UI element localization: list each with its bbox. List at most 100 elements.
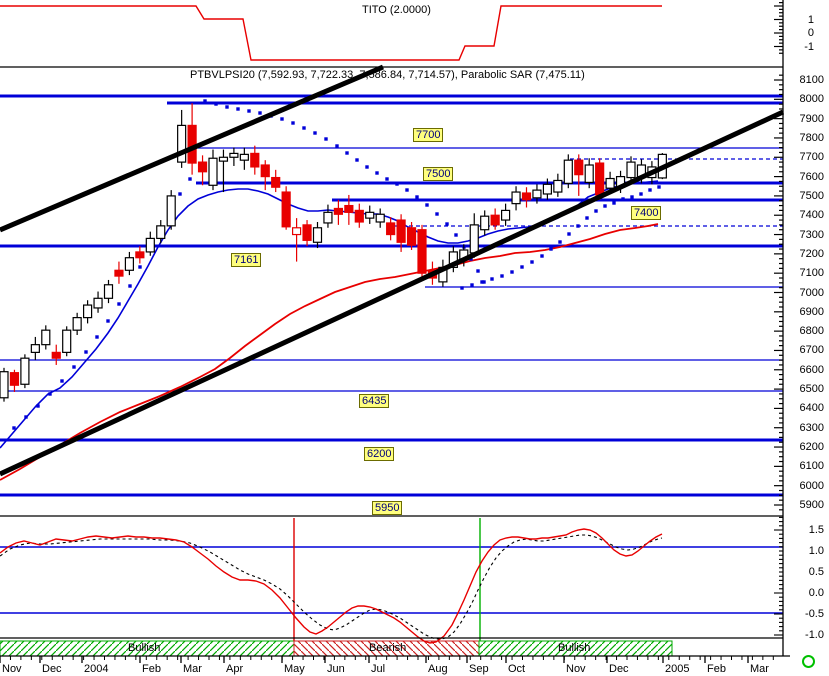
candle-body [208, 157, 218, 186]
candle-body [480, 215, 490, 231]
sar-dot [415, 195, 419, 199]
sar-dot [657, 185, 661, 189]
sar-dot [302, 126, 306, 130]
sar-dot [405, 188, 409, 192]
candle-body [501, 209, 511, 221]
sentiment-band-bullish [0, 640, 295, 657]
charting-app-screen: { "window": {"width": 829, "height": 676… [0, 0, 829, 676]
sar-dot [395, 182, 399, 186]
candle-body [344, 204, 354, 213]
sar-dot [639, 192, 643, 196]
candle-body [41, 329, 51, 346]
sar-dot [247, 109, 251, 113]
candle-body [417, 229, 427, 274]
sar-dot [60, 379, 64, 383]
trendline-lower-channel[interactable] [0, 109, 785, 477]
candle-body [553, 179, 563, 193]
sar-dot [128, 284, 132, 288]
sar-dot [621, 197, 625, 201]
oscillator-main-line [0, 528, 663, 644]
sar-dot [72, 365, 76, 369]
candle-body [82, 304, 93, 319]
candle-body [93, 297, 103, 309]
sar-dot [203, 99, 207, 103]
candle-body [292, 227, 302, 236]
candle-body [521, 192, 532, 201]
sar-dot [291, 121, 295, 125]
candle-body [584, 164, 594, 183]
candle-body [626, 161, 636, 179]
sar-dot [225, 105, 229, 109]
sar-dot [648, 188, 652, 192]
oscillator-signal-line [0, 534, 663, 640]
candle-body [20, 357, 30, 385]
sar-dot [365, 165, 369, 169]
sar-dot [470, 283, 474, 287]
sar-dot [445, 222, 449, 226]
candle-body [375, 213, 385, 223]
candle-body [62, 329, 72, 353]
candle-body [187, 124, 197, 164]
sar-dot [594, 209, 598, 213]
tito-indicator-line [0, 5, 662, 61]
candle-body [406, 227, 417, 246]
sar-dot [603, 204, 607, 208]
sar-dot [48, 392, 52, 396]
candle-body [574, 159, 584, 176]
sar-dot [576, 224, 580, 228]
candle-body [302, 224, 312, 241]
candle-body [511, 191, 521, 205]
candle-body [605, 177, 615, 189]
sar-dot [236, 107, 240, 111]
candle-body [354, 209, 364, 223]
candle-body [145, 237, 155, 253]
sar-dot [385, 177, 389, 181]
sar-dot [520, 265, 524, 269]
candle-body [365, 211, 375, 219]
sar-dot [540, 254, 544, 258]
candle-body [166, 195, 176, 227]
candle-body [156, 225, 166, 240]
candle-body [72, 317, 82, 331]
sar-dot [84, 350, 88, 354]
candle-body [396, 219, 406, 243]
candle-body [595, 162, 605, 196]
sentiment-band-bearish [293, 640, 480, 657]
sar-dot [280, 117, 284, 121]
sar-dot [95, 335, 99, 339]
sar-dot [36, 404, 40, 408]
candle-body [30, 344, 40, 353]
sar-dot [138, 265, 142, 269]
sar-dot [435, 212, 439, 216]
sar-dot [106, 319, 110, 323]
sar-dot [425, 203, 429, 207]
candle-body [532, 189, 542, 199]
sar-dot [117, 302, 121, 306]
sar-dot [178, 192, 182, 196]
sar-dot [345, 151, 349, 155]
candle-body [0, 371, 9, 399]
sar-dot [355, 158, 359, 162]
sar-dot [375, 171, 379, 175]
sar-dot [12, 426, 16, 430]
sar-dot [585, 216, 589, 220]
candle-body [490, 214, 500, 226]
sar-dot [567, 232, 571, 236]
sar-dot [460, 286, 464, 290]
sar-dot [480, 280, 484, 284]
candle-body [542, 183, 553, 195]
candle-body [323, 211, 333, 224]
candle-body [197, 161, 208, 173]
sar-dot [530, 260, 534, 264]
candle-body [218, 156, 229, 162]
candle-body [114, 269, 124, 277]
sar-dot [214, 102, 218, 106]
candle-body [281, 191, 291, 228]
sar-dot [188, 177, 192, 181]
candle-body [563, 159, 573, 184]
sar-dot [454, 233, 458, 237]
sar-dot [313, 131, 317, 135]
candle-body [124, 257, 135, 271]
candle-body [51, 351, 61, 359]
chart-canvas[interactable] [0, 0, 829, 676]
